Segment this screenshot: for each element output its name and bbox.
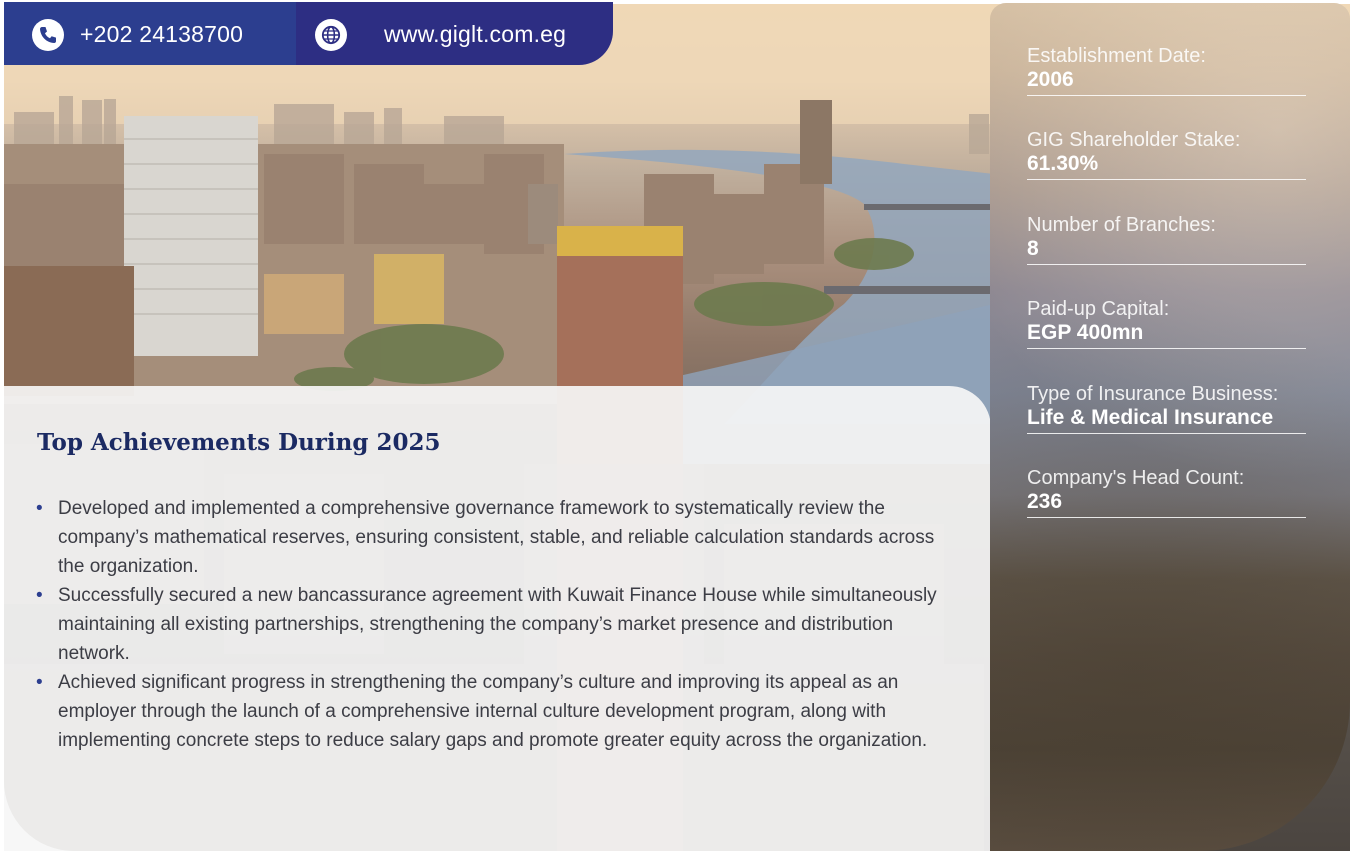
achievement-text: Developed and implemented a comprehensiv… [58,498,935,577]
fact-shareholder-stake: GIG Shareholder Stake: 61.30% [1027,128,1306,180]
fact-branches: Number of Branches: 8 [1027,213,1306,265]
phone-number-link[interactable]: +202 24138700 [80,21,243,48]
fact-label: Number of Branches: [1027,214,1216,236]
phone-icon [32,19,64,51]
fact-label: Company's Head Count: [1027,467,1245,489]
bullet-icon: • [36,672,43,693]
fact-label: Paid-up Capital: [1027,298,1170,320]
company-facts-sidebar: Establishment Date: 2006 GIG Shareholder… [990,3,1350,851]
company-profile-page: +202 24138700 www.giglt.com.eg Top Achie… [0,0,1351,851]
globe-icon [315,19,347,51]
fact-label: Type of Insurance Business: [1027,383,1279,405]
achievement-text: Successfully secured a new bancassurance… [58,585,937,664]
fact-value: EGP 400mn [1027,321,1144,344]
website-link[interactable]: www.giglt.com.eg [384,21,566,48]
fact-head-count: Company's Head Count: 236 [1027,466,1306,518]
list-item: • Developed and implemented a comprehensi… [36,494,951,581]
fact-value: Life & Medical Insurance [1027,406,1274,429]
achievements-panel: Top Achievements During 2025 • Developed … [4,386,991,851]
fact-value: 61.30% [1027,152,1099,175]
fact-value: 8 [1027,237,1039,260]
bullet-icon: • [36,498,43,519]
fact-value: 2006 [1027,68,1074,91]
bullet-icon: • [36,585,43,606]
fact-value: 236 [1027,490,1063,513]
list-item: • Achieved significant progress in streng… [36,668,951,755]
achievement-text: Achieved significant progress in strengt… [58,672,928,751]
contact-bar: +202 24138700 www.giglt.com.eg [4,2,613,65]
fact-paid-up-capital: Paid-up Capital: EGP 400mn [1027,297,1306,349]
achievements-title: Top Achievements During 2025 [37,429,441,456]
fact-label: Establishment Date: [1027,45,1206,67]
fact-insurance-type: Type of Insurance Business: Life & Medic… [1027,382,1306,434]
list-item: • Successfully secured a new bancassuranc… [36,581,951,668]
fact-label: GIG Shareholder Stake: [1027,129,1241,151]
achievements-list: • Developed and implemented a comprehensi… [36,494,951,755]
fact-establishment-date: Establishment Date: 2006 [1027,44,1306,96]
